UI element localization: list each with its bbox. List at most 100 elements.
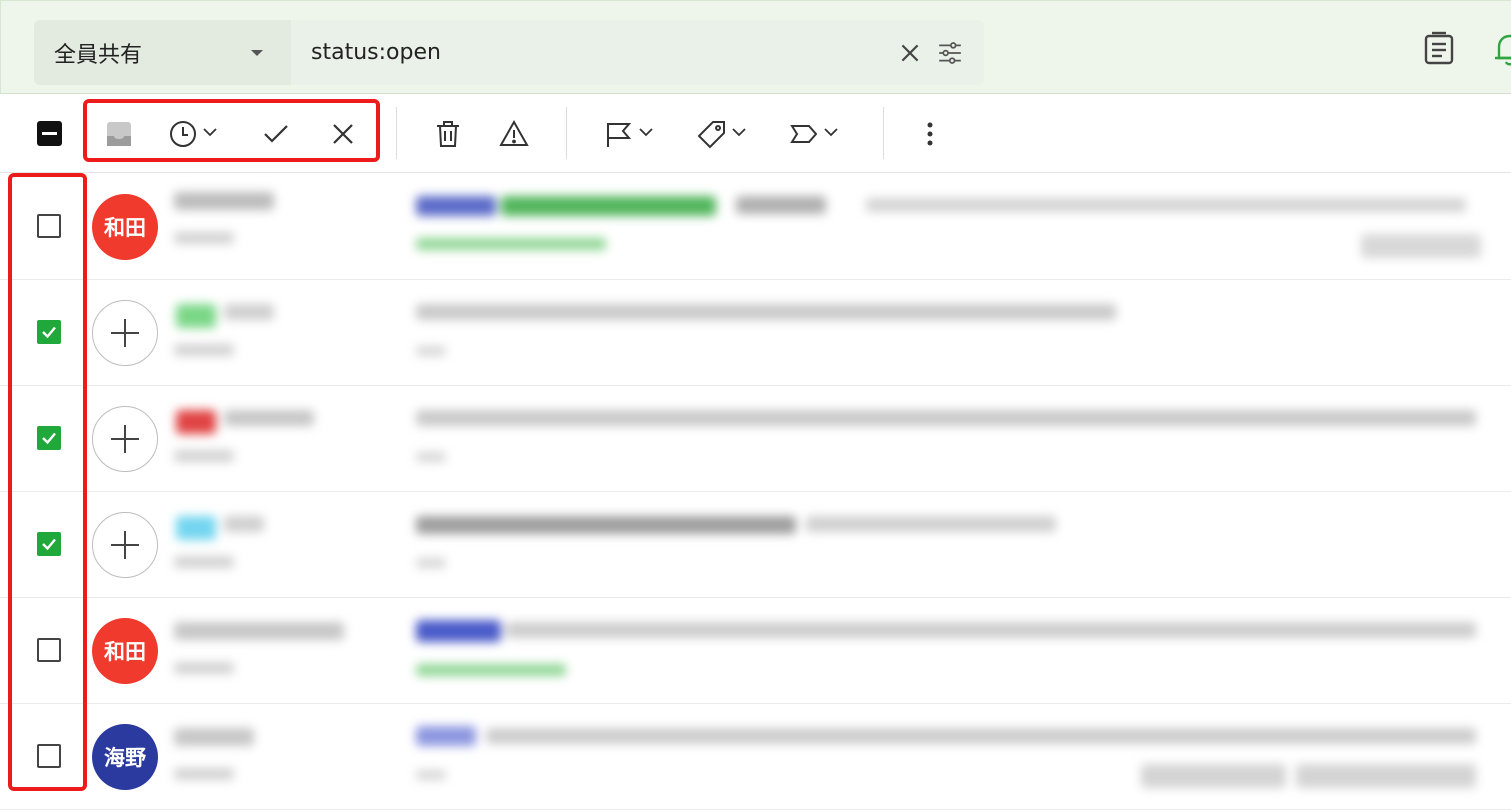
check-icon	[264, 125, 288, 143]
bulk-action-toolbar	[0, 95, 1511, 173]
plus-icon	[111, 319, 139, 347]
avatar[interactable]: 和田	[92, 194, 158, 260]
table-row[interactable]: 海野	[0, 704, 1511, 810]
spam-button[interactable]	[499, 117, 529, 151]
clear-search-icon[interactable]	[890, 33, 930, 73]
blurred-row-content	[166, 492, 1486, 597]
redacted-block	[416, 516, 796, 534]
row-checkbox[interactable]	[37, 214, 61, 238]
delete-button[interactable]	[433, 117, 463, 151]
row-checkbox[interactable]	[37, 320, 61, 344]
redacted-block	[174, 232, 234, 244]
mark-done-button[interactable]	[261, 117, 291, 151]
table-row[interactable]: 和田	[0, 174, 1511, 280]
avatar[interactable]: 和田	[92, 618, 158, 684]
clipboard-list-icon[interactable]	[1422, 31, 1456, 67]
redacted-block	[174, 728, 254, 746]
redacted-block	[174, 662, 234, 674]
assign-add-button[interactable]	[92, 512, 158, 578]
table-row[interactable]	[0, 492, 1511, 598]
toolbar-divider	[883, 107, 884, 159]
inbox-icon	[107, 122, 131, 146]
redacted-block	[416, 238, 606, 250]
redacted-block	[501, 196, 716, 216]
redacted-block	[176, 304, 216, 328]
redacted-block	[416, 346, 446, 356]
redacted-block	[176, 410, 216, 434]
table-row[interactable]: 和田	[0, 598, 1511, 704]
check-icon	[42, 326, 56, 339]
redacted-block	[806, 516, 1056, 532]
flag-button[interactable]	[604, 117, 654, 151]
redacted-block	[736, 196, 826, 214]
label-button[interactable]	[789, 117, 839, 151]
redacted-block	[1141, 764, 1286, 788]
avatar-initials: 和田	[104, 640, 146, 664]
blurred-row-content	[166, 280, 1486, 385]
trash-icon	[437, 121, 459, 147]
filter-sliders-icon[interactable]	[930, 33, 970, 73]
redacted-block	[416, 558, 446, 568]
redacted-block	[486, 728, 1476, 744]
row-checkbox[interactable]	[37, 638, 61, 662]
blurred-row-content	[166, 598, 1486, 703]
avatar-initials: 和田	[104, 216, 146, 240]
caret-down-icon	[251, 49, 263, 56]
close-icon	[333, 124, 353, 144]
row-checkbox[interactable]	[37, 426, 61, 450]
assign-add-button[interactable]	[92, 300, 158, 366]
indeterminate-mark	[42, 132, 57, 135]
redacted-block	[416, 304, 1116, 320]
redacted-block	[416, 770, 446, 780]
warning-icon	[499, 119, 529, 146]
scope-label: 全員共有	[54, 42, 143, 68]
chevron-down-icon	[638, 124, 654, 144]
blurred-row-content	[166, 174, 1486, 279]
chevron-down-icon	[202, 124, 218, 144]
search-query-value: status:open	[311, 40, 441, 65]
redacted-block	[416, 410, 1476, 426]
scope-dropdown[interactable]: 全員共有	[34, 20, 291, 85]
label-icon	[790, 125, 818, 143]
redacted-block	[506, 622, 1476, 638]
assign-add-button[interactable]	[92, 406, 158, 472]
check-icon	[42, 432, 56, 445]
blurred-row-content	[166, 386, 1486, 491]
redacted-block	[416, 196, 496, 216]
table-row[interactable]	[0, 280, 1511, 386]
redacted-block	[174, 556, 234, 568]
move-to-inbox-button[interactable]	[104, 117, 134, 151]
check-icon	[42, 538, 56, 551]
table-row[interactable]	[0, 386, 1511, 492]
avatar[interactable]: 海野	[92, 724, 158, 790]
row-checkbox[interactable]	[37, 744, 61, 768]
bell-icon[interactable]	[1493, 31, 1511, 67]
chevron-down-icon	[823, 124, 839, 144]
redacted-block	[176, 516, 216, 540]
select-all-checkbox[interactable]	[37, 121, 62, 146]
search-input[interactable]: status:open	[291, 20, 984, 85]
redacted-block	[224, 410, 314, 426]
redacted-block	[174, 768, 234, 780]
more-actions-button[interactable]	[915, 117, 945, 151]
toolbar-divider	[396, 107, 397, 159]
more-vertical-icon	[927, 122, 933, 146]
close-conversation-button[interactable]	[328, 117, 358, 151]
redacted-block	[1361, 234, 1481, 258]
search-bar: 全員共有 status:open	[34, 20, 984, 85]
redacted-block	[866, 198, 1466, 212]
chevron-down-icon	[731, 124, 747, 144]
redacted-block	[174, 344, 234, 356]
tag-button[interactable]	[697, 117, 747, 151]
avatar-initials: 海野	[104, 746, 146, 770]
tag-icon	[697, 121, 725, 149]
redacted-block	[416, 620, 501, 642]
row-checkbox[interactable]	[37, 532, 61, 556]
flag-icon	[607, 123, 632, 147]
conversation-list: 和田 和田 海野	[0, 174, 1511, 810]
redacted-block	[174, 192, 274, 210]
snooze-button[interactable]	[168, 117, 218, 151]
toolbar-divider	[566, 107, 567, 159]
plus-icon	[111, 425, 139, 453]
redacted-block	[174, 450, 234, 462]
